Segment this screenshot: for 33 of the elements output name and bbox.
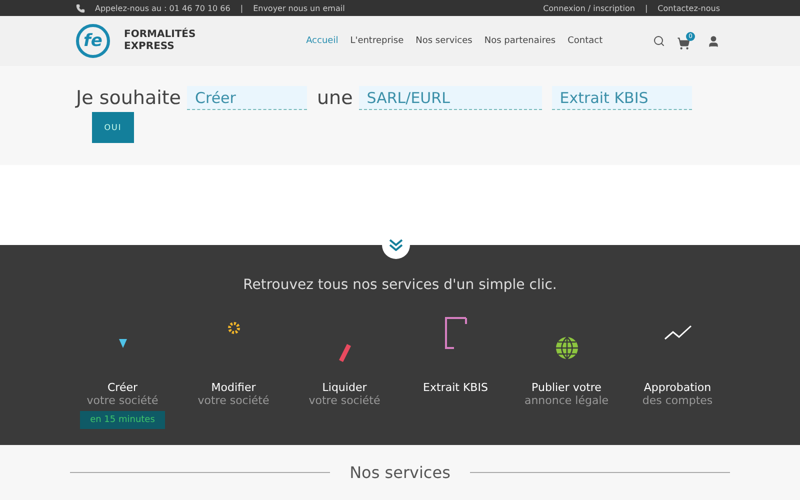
nav-link[interactable]: L'entreprise: [350, 36, 404, 46]
section-title: Nos services: [350, 463, 450, 482]
submit-button[interactable]: OUI: [92, 112, 134, 143]
service-subtitle: votre société: [198, 394, 270, 407]
service-title[interactable]: Créer: [107, 381, 138, 394]
separator: |: [644, 4, 648, 12]
user-icon[interactable]: [707, 34, 720, 48]
service-title[interactable]: Modifier: [211, 381, 256, 394]
nav-link[interactable]: Nos partenaires: [484, 36, 556, 46]
service-title[interactable]: Liquider: [322, 381, 367, 394]
nav-link[interactable]: Nos services: [416, 36, 472, 46]
service-title[interactable]: Approbation: [644, 381, 712, 394]
email-link[interactable]: Envoyer nous un email: [253, 4, 345, 12]
logo-text: FORMALITÉS EXPRESS: [124, 29, 196, 53]
search-icon[interactable]: [653, 35, 665, 47]
nav-link[interactable]: Contact: [568, 36, 603, 46]
service-subtitle: annonce légale: [524, 394, 609, 407]
lead-text: Je souhaite: [76, 87, 182, 109]
login-link[interactable]: Connexion / inscription: [543, 4, 635, 12]
logo-mark: fe: [76, 24, 110, 58]
connector-text: une: [317, 87, 353, 109]
separator: |: [240, 4, 244, 12]
service-subtitle: des comptes: [642, 394, 713, 407]
contact-link[interactable]: Contactez-nous: [658, 4, 720, 12]
phone-number: Appelez-nous au : 01 46 70 10 66: [95, 4, 230, 12]
service-subtitle: votre société: [86, 394, 158, 407]
double-chevron-icon: [389, 239, 403, 251]
service-title[interactable]: Publier votre: [532, 381, 602, 394]
service-title[interactable]: Extrait KBIS: [423, 381, 488, 394]
phone-icon: [76, 4, 85, 12]
service-subtitle: votre société: [308, 394, 380, 407]
duration-badge: en 15 minutes: [80, 411, 165, 429]
services-heading: Retrouvez tous nos services d'un simple clic.: [242, 277, 558, 293]
